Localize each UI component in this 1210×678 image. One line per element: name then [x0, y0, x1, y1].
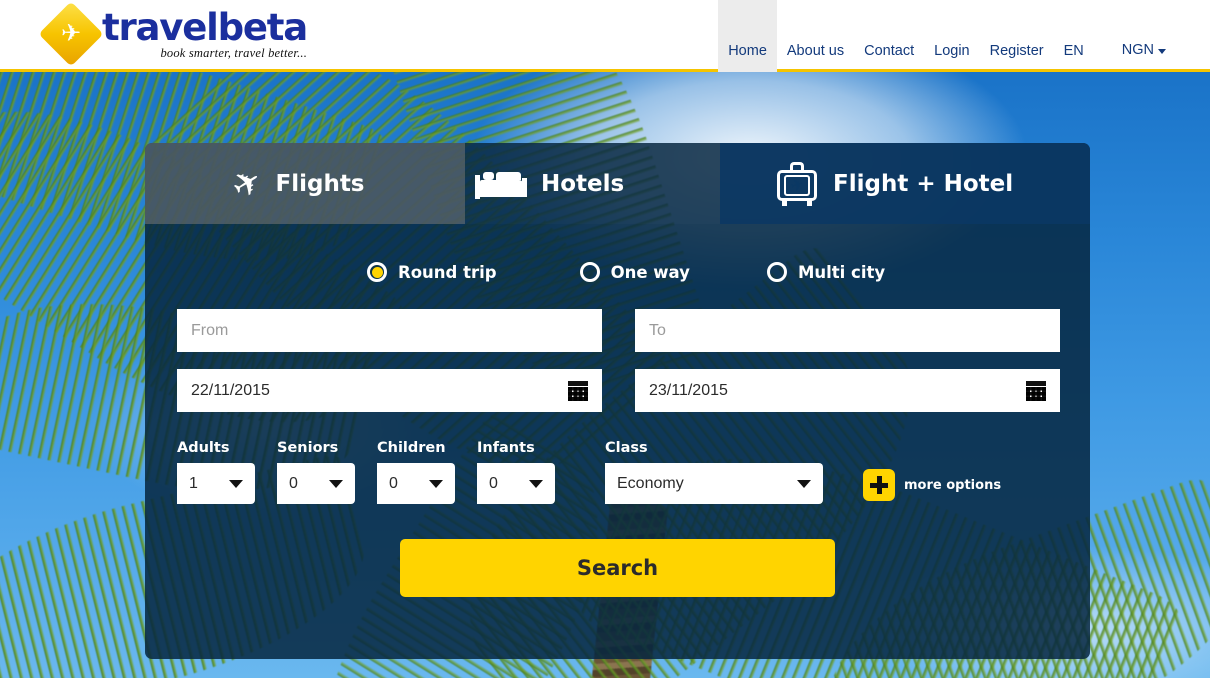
- infants-label: Infants: [477, 440, 535, 456]
- tab-flight-hotel[interactable]: ✈ Flight + Hotel: [720, 143, 1090, 224]
- search-type-tabs: ✈ Flights Hotels ✈ Flight + Hotel: [145, 143, 1090, 224]
- infants-select[interactable]: 0: [477, 463, 555, 504]
- search-button[interactable]: Search: [400, 539, 835, 597]
- radio-round-trip-label: Round trip: [398, 262, 497, 282]
- children-value: 0: [389, 474, 398, 492]
- depart-date-value: 22/11/2015: [191, 381, 270, 399]
- chevron-down-icon: [329, 479, 343, 488]
- seniors-select[interactable]: 0: [277, 463, 355, 504]
- brand-name: travelbeta: [102, 6, 308, 49]
- passenger-adults: Adults 1: [177, 440, 255, 504]
- chevron-down-icon: [529, 479, 543, 488]
- seniors-label: Seniors: [277, 440, 339, 456]
- booking-panel: ✈ Flights Hotels ✈ Flight + Hotel Round …: [145, 143, 1090, 659]
- radio-one-way-label: One way: [610, 262, 690, 282]
- search-button-row: Search: [145, 504, 1090, 597]
- calendar-icon[interactable]: [1026, 380, 1046, 401]
- plus-icon: [863, 469, 895, 501]
- currency-selector[interactable]: NGN: [1094, 42, 1210, 72]
- infants-value: 0: [489, 474, 498, 492]
- date-row: 22/11/2015 23/11/2015: [177, 369, 1090, 412]
- radio-indicator-selected: [367, 262, 387, 282]
- nav-item-contact[interactable]: Contact: [854, 43, 924, 73]
- main-navigation: Home About us Contact Login Register EN …: [718, 0, 1210, 72]
- trip-type-group: Round trip One way Multi city: [145, 224, 1090, 282]
- passenger-children: Children 0: [377, 440, 455, 504]
- tab-hotels-label: Hotels: [541, 170, 625, 197]
- tab-flight-hotel-label: Flight + Hotel: [833, 170, 1014, 197]
- adults-value: 1: [189, 474, 198, 492]
- class-label: Class: [605, 440, 648, 456]
- airplane-icon: ✈: [224, 158, 270, 209]
- chevron-down-icon: [429, 479, 443, 488]
- class-value: Economy: [617, 474, 684, 492]
- adults-select[interactable]: 1: [177, 463, 255, 504]
- return-date-value: 23/11/2015: [649, 381, 728, 399]
- site-header: ✈ travelbeta book smarter, travel better…: [0, 0, 1210, 72]
- radio-round-trip[interactable]: Round trip: [367, 262, 497, 282]
- seniors-value: 0: [289, 474, 298, 492]
- from-input[interactable]: From: [177, 309, 602, 352]
- nav-item-about-us[interactable]: About us: [777, 43, 854, 73]
- origin-destination-row: From To: [177, 309, 1090, 352]
- tab-flights[interactable]: ✈ Flights: [145, 143, 465, 224]
- radio-one-way[interactable]: One way: [579, 262, 690, 282]
- search-fields: From To 22/11/2015 23/11/2015: [145, 282, 1090, 412]
- to-input[interactable]: To: [635, 309, 1060, 352]
- calendar-icon[interactable]: [568, 380, 588, 401]
- chevron-down-icon: [229, 479, 243, 488]
- more-options-button[interactable]: more options: [863, 469, 1001, 504]
- passenger-seniors: Seniors 0: [277, 440, 355, 504]
- cabin-class: Class Economy: [605, 440, 823, 504]
- children-label: Children: [377, 440, 446, 456]
- tab-hotels[interactable]: Hotels: [465, 143, 720, 224]
- radio-indicator: [579, 262, 600, 282]
- adults-label: Adults: [177, 440, 230, 456]
- suitcase-plane-icon: ✈: [775, 161, 819, 206]
- radio-multi-city[interactable]: Multi city: [766, 262, 886, 282]
- passenger-infants: Infants 0: [477, 440, 555, 504]
- nav-item-language[interactable]: EN: [1054, 43, 1094, 73]
- chevron-down-icon: [1158, 48, 1166, 54]
- return-date-input[interactable]: 23/11/2015: [635, 369, 1060, 412]
- children-select[interactable]: 0: [377, 463, 455, 504]
- nav-item-register[interactable]: Register: [980, 43, 1054, 73]
- nav-item-login[interactable]: Login: [924, 43, 979, 73]
- nav-item-home[interactable]: Home: [718, 0, 777, 72]
- page-root: ✈ travelbeta book smarter, travel better…: [0, 0, 1210, 678]
- chevron-down-icon: [797, 479, 811, 488]
- bed-icon: [475, 169, 527, 199]
- currency-label: NGN: [1121, 42, 1154, 58]
- class-select[interactable]: Economy: [605, 463, 823, 504]
- more-options-label: more options: [904, 477, 1002, 493]
- logo[interactable]: ✈ travelbeta book smarter, travel better…: [38, 1, 308, 67]
- depart-date-input[interactable]: 22/11/2015: [177, 369, 602, 412]
- radio-indicator: [766, 262, 787, 282]
- tab-flights-label: Flights: [275, 170, 365, 197]
- radio-multi-city-label: Multi city: [797, 262, 886, 282]
- plane-diamond-icon: ✈: [38, 1, 104, 67]
- passenger-row: Adults 1 Seniors 0 Children 0 Infants 0 …: [145, 412, 1090, 504]
